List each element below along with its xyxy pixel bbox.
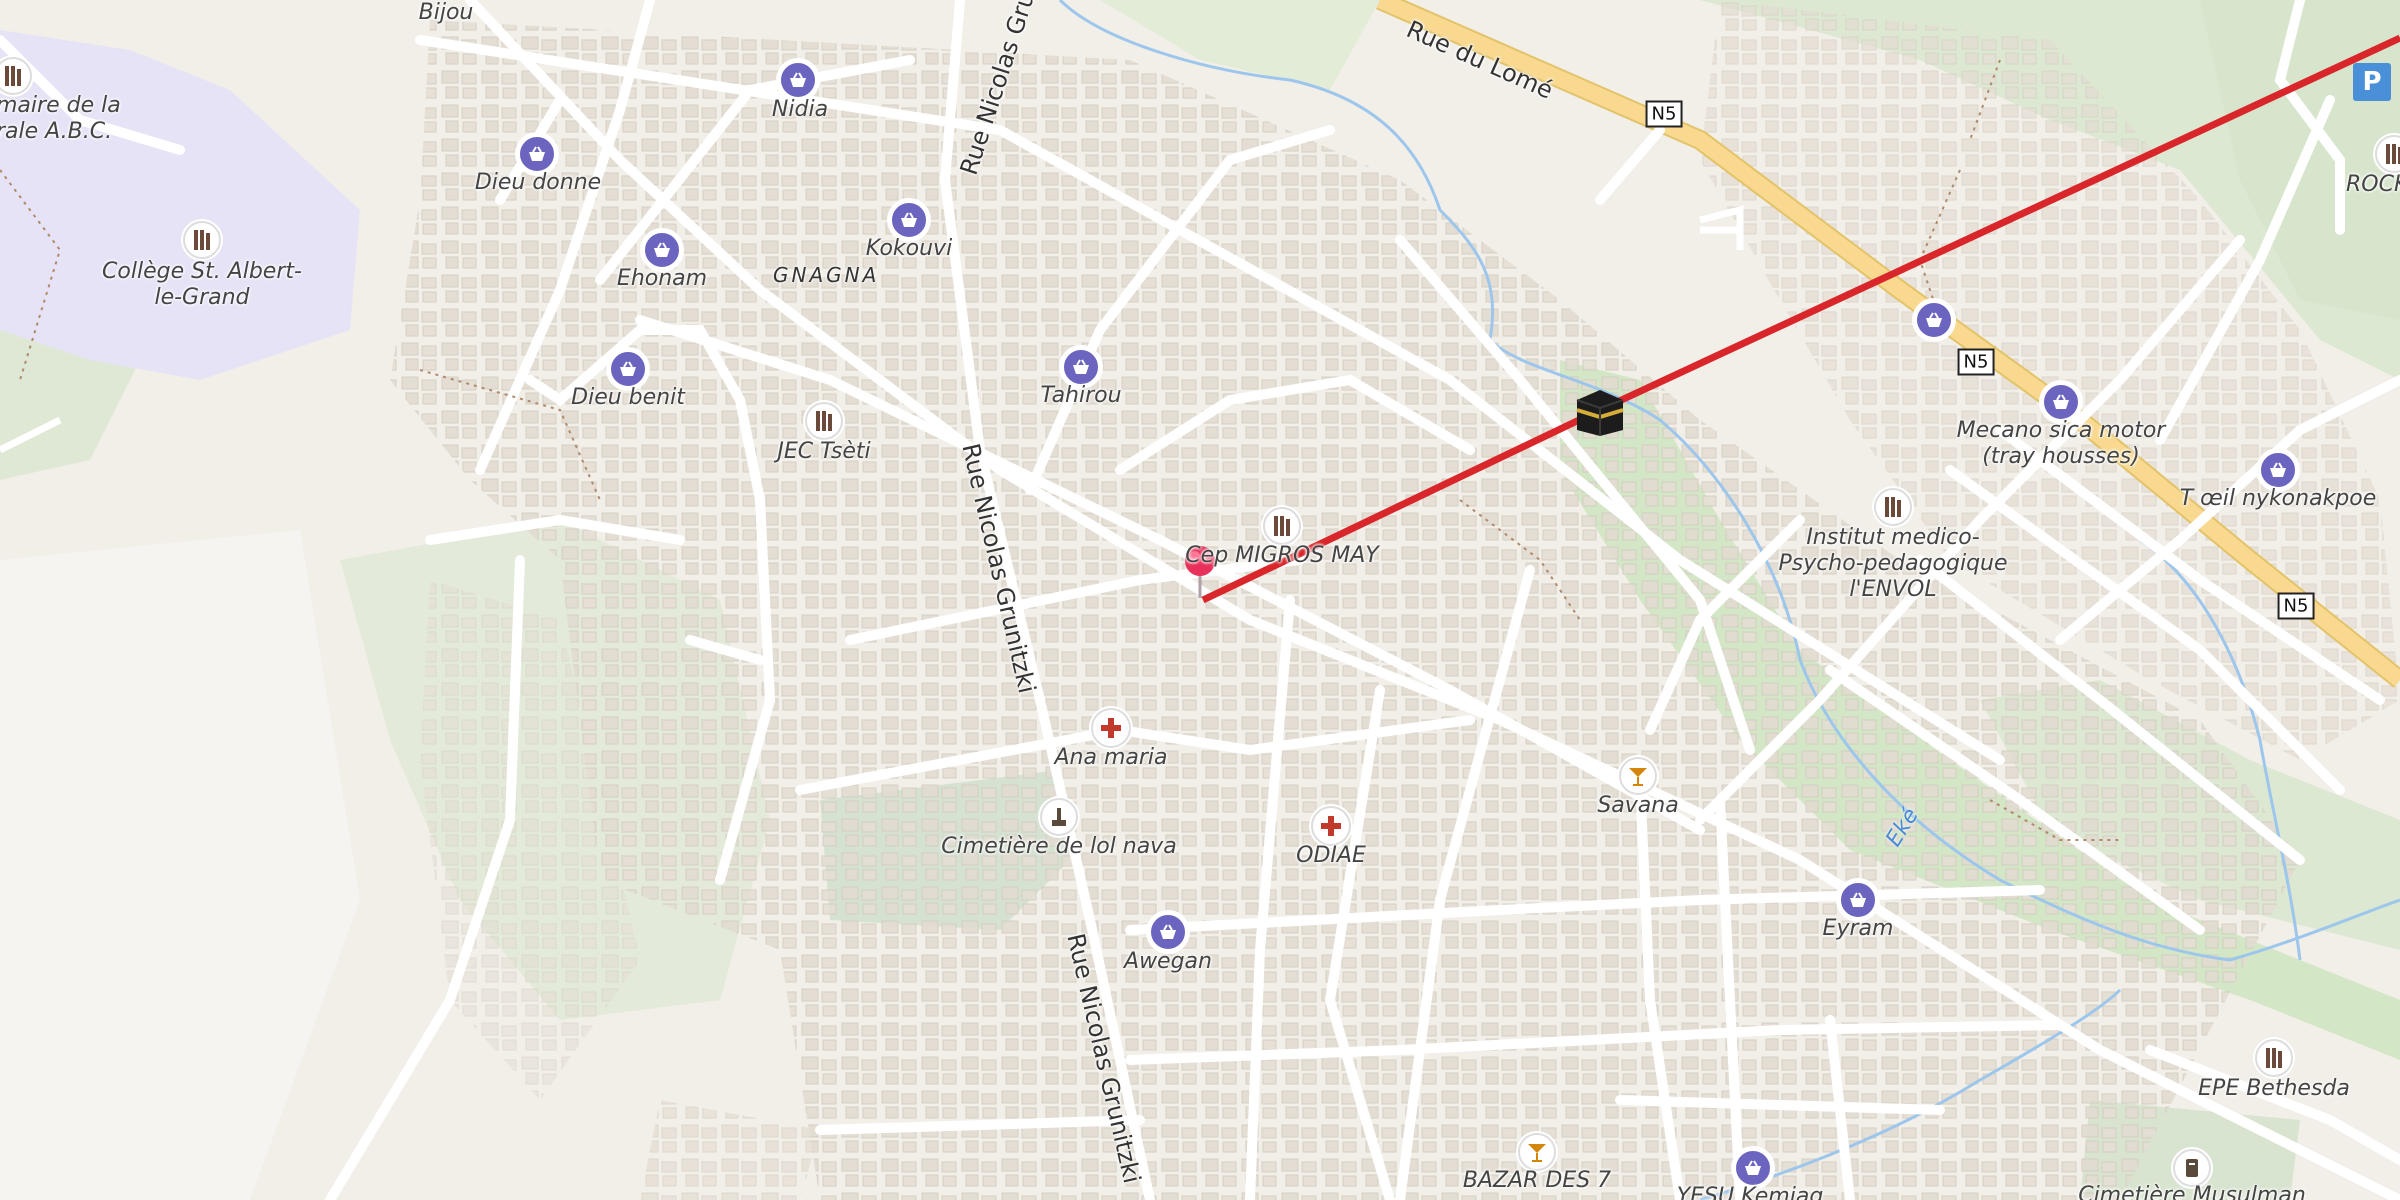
- poi-label: Collège St. Albert- le-Grand: [102, 259, 302, 310]
- parking-icon[interactable]: P: [2353, 63, 2391, 101]
- medical-cross-icon[interactable]: [1091, 708, 1131, 748]
- poi-label: Nidia: [771, 97, 829, 122]
- kaaba-icon[interactable]: [1573, 386, 1627, 438]
- poi-label: Ehonam: [616, 266, 708, 291]
- shopping-basket-icon[interactable]: [1838, 880, 1878, 920]
- shopping-basket-icon[interactable]: [2041, 382, 2081, 422]
- shopping-basket-icon[interactable]: [1061, 347, 1101, 387]
- poi-label: Kokouvi: [865, 236, 953, 261]
- poi-label: Awegan: [1124, 949, 1212, 974]
- poi-label: ROCK: [2346, 172, 2400, 197]
- shopping-basket-icon[interactable]: [517, 134, 557, 174]
- area-label-gnagna: GNAGNA: [773, 263, 880, 287]
- n5-shield: N5: [1645, 100, 1683, 128]
- poi-label: Ana maria: [1054, 745, 1168, 770]
- cemetery-icon[interactable]: [1040, 798, 1078, 836]
- shopping-basket-icon[interactable]: [1733, 1148, 1773, 1188]
- poi-label: Cep MIGROS MAY: [1185, 543, 1379, 568]
- poi-label: Cimetière Musulman: [2078, 1183, 2306, 1200]
- school-icon[interactable]: [183, 221, 221, 259]
- poi-label: Savana: [1597, 793, 1679, 818]
- cocktail-glass-icon[interactable]: [1518, 1133, 1556, 1171]
- map-canvas[interactable]: Rue du Lomé Rue Nicolas Grunitzki Rue Ni…: [0, 0, 2400, 1200]
- poi-label: Dieu donne: [474, 170, 602, 195]
- poi-label: Institut medico- Psycho-pedagogique l'EN…: [1778, 525, 2008, 602]
- school-icon[interactable]: [1263, 507, 1301, 545]
- n5-shield: N5: [2277, 592, 2315, 620]
- poi-label: Mecano sica motor (tray housses): [1956, 418, 2166, 469]
- shopping-basket-icon[interactable]: [778, 60, 818, 100]
- shopping-basket-icon[interactable]: [1148, 912, 1188, 952]
- poi-label: YESU Kemiag: [1676, 1184, 1824, 1200]
- cocktail-glass-icon[interactable]: [1619, 757, 1657, 795]
- shopping-basket-icon[interactable]: [889, 200, 929, 240]
- poi-label: Dieu benit: [571, 385, 685, 410]
- poi-label: Eyram: [1822, 916, 1894, 941]
- school-icon[interactable]: [1874, 488, 1912, 526]
- poi-label: T œil nykonakpoe: [2179, 486, 2377, 511]
- poi-label: Bijou: [418, 0, 474, 25]
- shopping-basket-icon[interactable]: [1914, 300, 1954, 340]
- poi-label: Tahirou: [1040, 383, 1122, 408]
- n5-shield: N5: [1957, 348, 1995, 376]
- poi-label: BAZAR DES 7: [1462, 1168, 1612, 1193]
- school-icon[interactable]: [2255, 1039, 2293, 1077]
- cemetery-icon[interactable]: [2173, 1149, 2211, 1187]
- poi-label: maire de la rale A.B.C.: [0, 93, 121, 144]
- school-icon[interactable]: [805, 402, 843, 440]
- poi-label: JEC Tsèti: [777, 439, 871, 464]
- medical-cross-icon[interactable]: [1311, 806, 1351, 846]
- poi-label: ODIAE: [1296, 843, 1366, 868]
- shopping-basket-icon[interactable]: [2258, 450, 2298, 490]
- shopping-basket-icon[interactable]: [642, 230, 682, 270]
- shopping-basket-icon[interactable]: [608, 349, 648, 389]
- poi-label: EPE Bethesda: [2198, 1076, 2350, 1101]
- poi-label: Cimetière de lol nava: [941, 834, 1177, 859]
